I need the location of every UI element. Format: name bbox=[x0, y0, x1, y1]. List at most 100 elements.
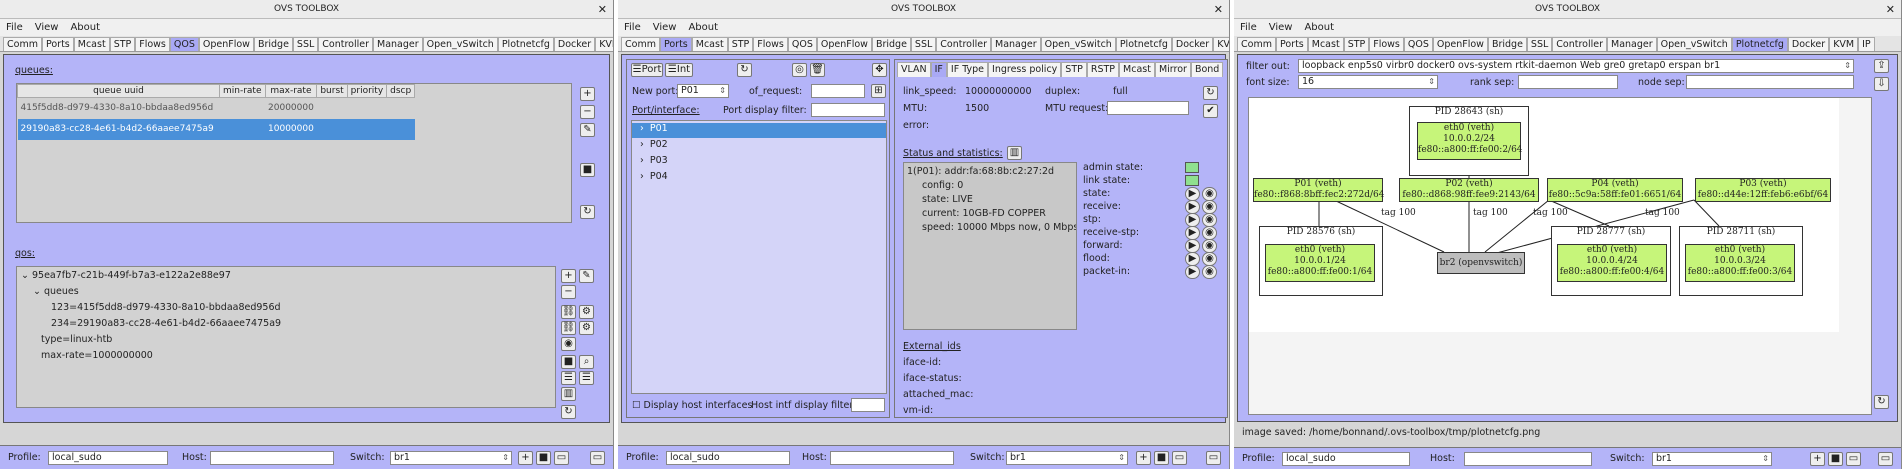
tab-qos[interactable]: QOS bbox=[787, 37, 817, 51]
apply-icon[interactable]: ✔ bbox=[1203, 104, 1218, 118]
menu-about[interactable]: About bbox=[688, 19, 718, 36]
list-icon[interactable]: ☰ bbox=[561, 371, 576, 385]
target-icon[interactable]: ◎ bbox=[792, 63, 807, 77]
menu-view[interactable]: View bbox=[35, 19, 59, 36]
list-alt-icon[interactable]: ☰ bbox=[579, 371, 594, 385]
tab-openflow[interactable]: OpenFlow bbox=[198, 37, 254, 51]
list-item[interactable]: › P02 bbox=[640, 139, 668, 150]
menu-view[interactable]: View bbox=[1269, 19, 1293, 36]
stop-icon[interactable]: ◉ bbox=[1202, 226, 1217, 240]
tab-flows[interactable]: Flows bbox=[753, 37, 788, 51]
tab-stp[interactable]: STP bbox=[1343, 37, 1370, 51]
tab-stp[interactable]: STP bbox=[727, 37, 754, 51]
play-icon[interactable]: ▶ bbox=[1185, 265, 1200, 279]
tab-open_vswitch[interactable]: Open_vSwitch bbox=[1040, 37, 1116, 51]
close-icon[interactable]: ✕ bbox=[1886, 0, 1895, 19]
terminal-icon[interactable]: ▭ bbox=[1846, 452, 1861, 466]
play-icon[interactable]: ▶ bbox=[1185, 213, 1200, 227]
tab-plotnetcfg[interactable]: Plotnetcfg bbox=[1115, 37, 1172, 51]
bridge-node[interactable]: br2 (openvswitch) bbox=[1437, 252, 1525, 274]
edit-icon[interactable]: ✎ bbox=[580, 123, 595, 137]
switch-select[interactable]: br1 bbox=[1006, 451, 1128, 465]
settings-icon[interactable]: ⚙ bbox=[579, 321, 594, 335]
edit-icon[interactable]: ✎ bbox=[579, 269, 594, 283]
veth-node[interactable]: eth0 (veth) 10.0.0.1/24 fe80::a800:ff:fe00… bbox=[1265, 244, 1375, 282]
col-dscp[interactable]: dscp bbox=[386, 84, 416, 98]
play-icon[interactable]: ▶ bbox=[1185, 226, 1200, 240]
tab-mcast[interactable]: Mcast bbox=[691, 37, 728, 51]
save-icon[interactable]: ⇪ bbox=[1874, 59, 1889, 73]
profile-field[interactable]: local_sudo bbox=[666, 451, 790, 465]
veth-node[interactable]: eth0 (veth) 10.0.0.3/24 fe80::a800:ff:fe00… bbox=[1685, 244, 1795, 282]
filter-select[interactable]: loopback enp5s0 virbr0 docker0 ovs-syste… bbox=[1298, 59, 1854, 73]
tab-controller[interactable]: Controller bbox=[1552, 37, 1608, 51]
tree-item[interactable]: 123=415f5dd8-d979-4330-8a10-bbdaa8ed956d bbox=[51, 302, 281, 313]
menu-about[interactable]: About bbox=[1304, 19, 1334, 36]
tree-item[interactable]: ⌄ 95ea7fb7-c21b-449f-b7a3-e122a2e88e97 bbox=[21, 270, 231, 281]
tab-flows[interactable]: Flows bbox=[135, 37, 170, 51]
add-icon[interactable]: + bbox=[1136, 451, 1151, 465]
add-icon[interactable]: + bbox=[1810, 452, 1825, 466]
stop-icon[interactable]: ■ bbox=[536, 451, 551, 465]
tab-kvm[interactable]: KVM bbox=[595, 37, 613, 51]
camera-icon[interactable]: ◉ bbox=[561, 337, 576, 351]
of-request-field[interactable] bbox=[811, 84, 865, 98]
tab-mcast[interactable]: Mcast bbox=[1307, 37, 1344, 51]
menu-file[interactable]: File bbox=[6, 19, 23, 36]
tab-plotnetcfg[interactable]: Plotnetcfg bbox=[1731, 37, 1788, 51]
refresh-icon[interactable]: ↻ bbox=[561, 405, 576, 419]
tab-open_vswitch[interactable]: Open_vSwitch bbox=[1656, 37, 1732, 51]
menu-file[interactable]: File bbox=[1240, 19, 1257, 36]
menu-about[interactable]: About bbox=[70, 19, 100, 36]
subtab[interactable]: Ingress policy bbox=[988, 62, 1062, 77]
tab-bridge[interactable]: Bridge bbox=[871, 37, 911, 51]
tab-qos[interactable]: QOS bbox=[169, 37, 199, 51]
tab-docker[interactable]: Docker bbox=[1171, 37, 1214, 51]
col-min-rate[interactable]: min-rate bbox=[219, 84, 266, 98]
refresh-icon[interactable]: ↻ bbox=[580, 205, 595, 219]
close-icon[interactable]: ✕ bbox=[1214, 0, 1223, 19]
chart-icon[interactable]: ▥ bbox=[561, 387, 576, 401]
subtab[interactable]: Mirror bbox=[1154, 62, 1191, 77]
table-row[interactable]: 415f5dd8-d979-4330-8a10-bbdaa8ed956d 2000… bbox=[18, 98, 415, 119]
subtab[interactable]: Bond bbox=[1190, 62, 1224, 77]
tab-manager[interactable]: Manager bbox=[991, 37, 1041, 51]
tab-kvm[interactable]: KVM bbox=[1829, 37, 1859, 51]
tab-ssl[interactable]: SSL bbox=[910, 37, 937, 51]
add-icon[interactable]: + bbox=[580, 87, 595, 101]
add-port-icon[interactable]: ⊞ bbox=[871, 84, 886, 98]
tab-flows[interactable]: Flows bbox=[1369, 37, 1404, 51]
veth-node[interactable]: eth0 (veth) 10.0.0.2/24 fe80::a800:ff:fe00… bbox=[1417, 122, 1523, 160]
add-icon[interactable]: + bbox=[518, 451, 533, 465]
chart-icon[interactable]: ▥ bbox=[1007, 146, 1022, 160]
host-field[interactable] bbox=[210, 451, 334, 465]
col-priority[interactable]: priority bbox=[346, 84, 388, 98]
col-queue-uuid[interactable]: queue uuid bbox=[17, 84, 220, 98]
tab-open_vswitch[interactable]: Open_vSwitch bbox=[422, 37, 498, 51]
rank-sep-field[interactable] bbox=[1518, 75, 1618, 89]
export-icon[interactable]: ⇩ bbox=[1874, 77, 1889, 91]
list-item[interactable]: › P03 bbox=[640, 155, 668, 166]
p02-node[interactable]: P02 (veth) fe80::d868:98ff:fee9:2143/64 bbox=[1399, 178, 1539, 202]
play-icon[interactable]: ▶ bbox=[1185, 200, 1200, 214]
list-item[interactable]: › P01 bbox=[632, 123, 886, 138]
tab-stp[interactable]: STP bbox=[109, 37, 136, 51]
unlink-icon[interactable]: ⛓ bbox=[561, 321, 576, 335]
tree-item[interactable]: type=linux-htb bbox=[41, 334, 112, 345]
tab-comm[interactable]: Comm bbox=[621, 37, 660, 51]
stop-icon[interactable]: ◉ bbox=[1202, 239, 1217, 253]
tree-item[interactable]: ⌄ queues bbox=[33, 286, 79, 297]
profile-field[interactable]: local_sudo bbox=[48, 451, 168, 465]
monitor-icon[interactable]: ▭ bbox=[590, 451, 605, 465]
remove-icon[interactable]: − bbox=[580, 105, 595, 119]
mtu-request-field[interactable] bbox=[1107, 101, 1189, 115]
tab-ports[interactable]: Ports bbox=[1275, 37, 1308, 51]
p01-node[interactable]: P01 (veth) fe80::f868:8bff:fec2:272d/64 bbox=[1253, 178, 1385, 202]
monitor-icon[interactable]: ▭ bbox=[1878, 452, 1893, 466]
play-icon[interactable]: ▶ bbox=[1185, 187, 1200, 201]
link-icon[interactable]: ⛓ bbox=[561, 305, 576, 319]
stop-icon[interactable]: ◉ bbox=[1202, 252, 1217, 266]
stop-icon[interactable]: ■ bbox=[561, 355, 576, 369]
refresh-icon[interactable]: ↻ bbox=[1203, 86, 1218, 100]
tree-item[interactable]: max-rate=1000000000 bbox=[41, 350, 153, 361]
